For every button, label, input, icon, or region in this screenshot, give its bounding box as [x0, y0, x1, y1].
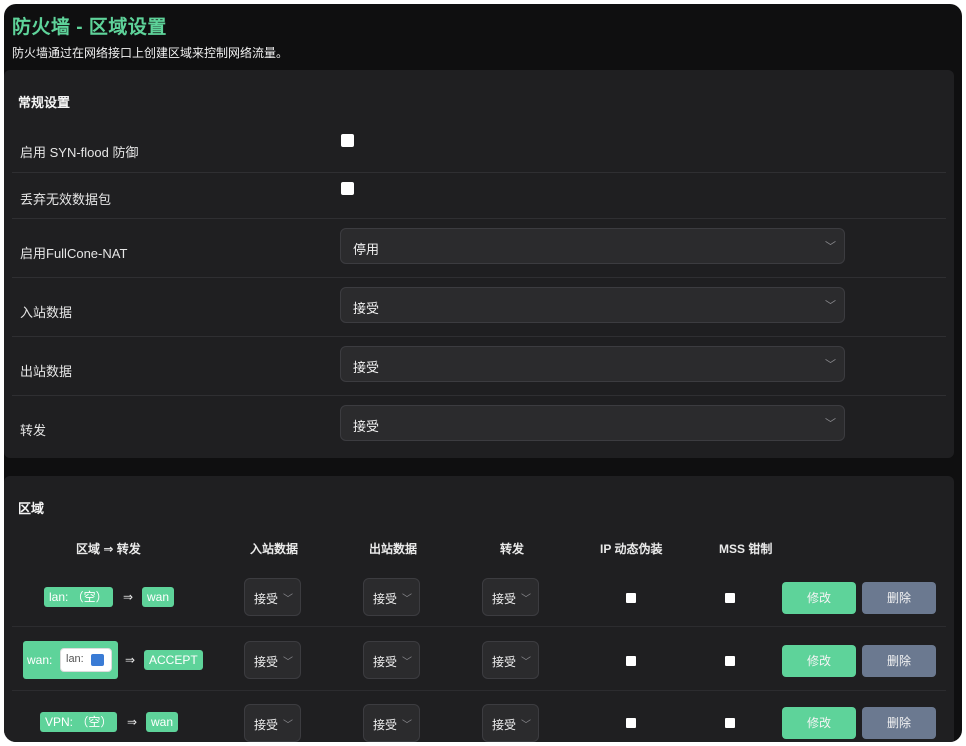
wan-masq-checkbox[interactable]: [626, 656, 636, 666]
chevron-down-icon: ﹀: [521, 657, 531, 668]
vpn-edit-button[interactable]: 修改: [782, 707, 856, 739]
lan-forward-select[interactable]: 接受 ﹀: [482, 578, 539, 616]
col-zone-forward: 区域 ⇒ 转发: [76, 542, 141, 556]
wan-input-value: 接受: [254, 655, 279, 669]
vpn-mss-checkbox[interactable]: [725, 718, 735, 728]
fullcone-select-value: 停用: [353, 242, 380, 257]
lan-edit-button[interactable]: 修改: [782, 582, 856, 614]
col-mss: MSS 钳制: [719, 542, 773, 556]
lan-output-select[interactable]: 接受 ﹀: [363, 578, 420, 616]
network-icon: [91, 654, 104, 666]
forward-arrow: ⇒: [125, 653, 136, 667]
wan-zone-label: wan:: [27, 653, 53, 667]
chevron-down-icon: ﹀: [825, 359, 836, 371]
col-masq: IP 动态伪装: [600, 542, 663, 556]
wan-output-value: 接受: [373, 655, 398, 669]
target-tag-wan: wan: [142, 587, 175, 607]
syn-flood-checkbox[interactable]: [341, 134, 354, 147]
chevron-down-icon: ﹀: [402, 720, 412, 731]
lan-forward-value: 接受: [492, 592, 517, 606]
fullcone-row: 启用FullCone-NAT 停用 ﹀: [12, 218, 946, 278]
output-label: 出站数据: [20, 364, 73, 379]
chevron-down-icon: ﹀: [521, 720, 531, 731]
input-label: 入站数据: [20, 305, 73, 320]
lan-input-select[interactable]: 接受 ﹀: [244, 578, 301, 616]
chevron-down-icon: ﹀: [283, 720, 293, 731]
general-settings-title: 常规设置: [18, 95, 71, 110]
zone-tag-wan: wan: lan:: [23, 641, 118, 679]
vpn-input-select[interactable]: 接受 ﹀: [244, 704, 301, 742]
wan-edit-button[interactable]: 修改: [782, 645, 856, 677]
col-input: 入站数据: [250, 542, 299, 556]
page-description: 防火墙通过在网络接口上创建区域来控制网络流量。: [12, 46, 289, 60]
col-forward: 转发: [500, 542, 525, 556]
lan-delete-button[interactable]: 删除: [862, 582, 936, 614]
col-output: 出站数据: [369, 542, 418, 556]
chevron-down-icon: ﹀: [521, 594, 531, 605]
chevron-down-icon: ﹀: [825, 241, 836, 253]
output-row: 出站数据 接受 ﹀: [12, 336, 946, 396]
vpn-output-select[interactable]: 接受 ﹀: [363, 704, 420, 742]
vpn-output-value: 接受: [373, 718, 398, 732]
drop-invalid-checkbox[interactable]: [341, 182, 354, 195]
zone-tag-lan: lan: （空）: [44, 587, 113, 607]
forward-label: 转发: [20, 423, 47, 438]
chevron-down-icon: ﹀: [402, 657, 412, 668]
chevron-down-icon: ﹀: [283, 594, 293, 605]
zones-card: 区域 区域 ⇒ 转发 入站数据 出站数据 转发 IP 动态伪装 MSS 钳制 l…: [4, 476, 954, 742]
forward-arrow: ⇒: [127, 715, 138, 729]
input-select-value: 接受: [353, 301, 380, 316]
zones-title: 区域: [18, 501, 45, 516]
lan-output-value: 接受: [373, 592, 398, 606]
wan-mss-checkbox[interactable]: [725, 656, 735, 666]
drop-invalid-row: 丢弃无效数据包: [12, 172, 946, 219]
wan-forward-value: 接受: [492, 655, 517, 669]
chevron-down-icon: ﹀: [825, 300, 836, 312]
forward-row: 转发 接受 ﹀: [12, 395, 946, 454]
wan-network-chip: lan:: [60, 648, 112, 672]
chevron-down-icon: ﹀: [283, 657, 293, 668]
output-select[interactable]: 接受 ﹀: [340, 346, 845, 382]
chevron-down-icon: ﹀: [825, 418, 836, 430]
general-settings-card: 常规设置 启用 SYN-flood 防御 丢弃无效数据包 启用FullCone-…: [4, 70, 954, 458]
lan-masq-checkbox[interactable]: [626, 593, 636, 603]
vpn-masq-checkbox[interactable]: [626, 718, 636, 728]
input-select[interactable]: 接受 ﹀: [340, 287, 845, 323]
page-title: 防火墙 - 区域设置: [12, 17, 167, 38]
lan-input-value: 接受: [254, 592, 279, 606]
input-row: 入站数据 接受 ﹀: [12, 277, 946, 337]
target-tag-wan: wan: [146, 712, 179, 732]
forward-arrow: ⇒: [123, 590, 134, 604]
forward-select[interactable]: 接受 ﹀: [340, 405, 845, 441]
wan-network-label: lan:: [66, 653, 84, 665]
wan-input-select[interactable]: 接受 ﹀: [244, 641, 301, 679]
firewall-page: 防火墙 - 区域设置 防火墙通过在网络接口上创建区域来控制网络流量。 常规设置 …: [4, 4, 962, 742]
fullcone-label: 启用FullCone-NAT: [20, 246, 128, 261]
vpn-delete-button[interactable]: 删除: [862, 707, 936, 739]
wan-forward-select[interactable]: 接受 ﹀: [482, 641, 539, 679]
wan-delete-button[interactable]: 删除: [862, 645, 936, 677]
fullcone-select[interactable]: 停用 ﹀: [340, 228, 845, 264]
vpn-forward-value: 接受: [492, 718, 517, 732]
syn-flood-label: 启用 SYN-flood 防御: [20, 145, 139, 160]
drop-invalid-label: 丢弃无效数据包: [20, 192, 112, 207]
zone-tag-vpn: VPN: （空）: [40, 712, 118, 732]
vpn-forward-select[interactable]: 接受 ﹀: [482, 704, 539, 742]
target-tag-accept: ACCEPT: [144, 650, 203, 670]
wan-output-select[interactable]: 接受 ﹀: [363, 641, 420, 679]
vpn-input-value: 接受: [254, 718, 279, 732]
output-select-value: 接受: [353, 360, 380, 375]
forward-select-value: 接受: [353, 419, 380, 434]
lan-mss-checkbox[interactable]: [725, 593, 735, 603]
chevron-down-icon: ﹀: [402, 594, 412, 605]
syn-flood-row: 启用 SYN-flood 防御: [12, 124, 946, 173]
